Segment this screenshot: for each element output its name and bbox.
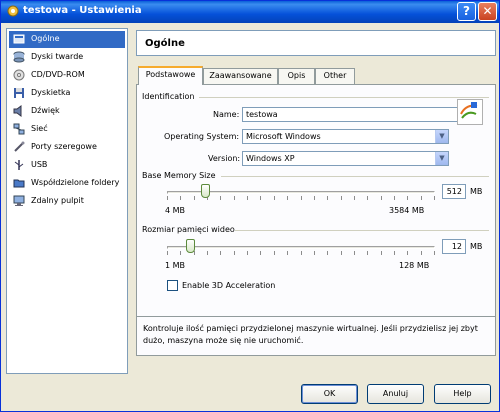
network-icon <box>13 123 25 135</box>
window-title: testowa - Ustawienia <box>23 5 142 16</box>
page-title: Ogólne <box>145 38 185 49</box>
tab-other[interactable]: Other <box>315 68 355 84</box>
video-slider-ticks <box>167 251 435 255</box>
floppy-icon <box>14 88 24 98</box>
tab-advanced[interactable]: Zaawansowane <box>203 68 278 84</box>
name-field[interactable]: testowa <box>242 107 481 122</box>
os-type-icon <box>457 99 483 125</box>
sidebar-item-label: Sieć <box>31 124 48 133</box>
chevron-down-icon[interactable]: ▼ <box>435 130 448 143</box>
identification-group-label: Identification <box>142 92 195 101</box>
close-button[interactable]: ✕ <box>478 2 497 21</box>
video-size-input[interactable]: 12 <box>442 239 466 254</box>
version-select-value: Windows XP <box>246 154 295 163</box>
title-bar[interactable]: testowa - Ustawienia ? ✕ <box>1 1 499 23</box>
enable-3d-checkbox[interactable] <box>167 280 178 291</box>
sidebar-item-label: Zdalny pulpit <box>31 196 84 205</box>
os-select-value: Microsoft Windows <box>246 132 321 141</box>
enable-3d-label[interactable]: Enable 3D Acceleration <box>182 281 275 290</box>
sidebar-item-serial-ports[interactable]: Porty szeregowe <box>9 139 125 156</box>
sidebar-item-usb[interactable]: USB <box>9 157 125 174</box>
remote-desktop-icon <box>13 195 25 206</box>
help-button[interactable]: Help <box>434 384 491 404</box>
sidebar-item-label: Dyskietka <box>31 88 71 97</box>
version-label: Version: <box>208 154 241 163</box>
ok-button[interactable]: OK <box>301 384 358 404</box>
memory-min-label: 4 MB <box>165 206 186 215</box>
video-max-label: 128 MB <box>399 261 430 270</box>
group-divider <box>199 97 489 98</box>
version-select[interactable]: Windows XP ▼ <box>242 151 449 166</box>
sidebar-item-network[interactable]: Sieć <box>9 121 125 138</box>
hard-disk-icon <box>13 51 25 63</box>
audio-icon <box>13 105 22 117</box>
sidebar-item-label: Dyski twarde <box>31 52 84 61</box>
chevron-down-icon[interactable]: ▼ <box>435 152 448 165</box>
video-group-label: Rozmiar pamięci wideo <box>142 225 235 234</box>
tab-content: Identification Name: testowa Operating S… <box>136 84 496 331</box>
memory-slider-thumb[interactable] <box>201 184 211 198</box>
sidebar-item-label: Dźwięk <box>31 106 60 115</box>
sidebar-item-audio[interactable]: Dźwięk <box>9 103 125 120</box>
memory-group-label: Base Memory Size <box>142 171 216 180</box>
sidebar-item-shared-folders[interactable]: Współdzielone foldery <box>9 175 125 192</box>
name-label: Name: <box>213 110 240 119</box>
usb-icon <box>14 160 24 170</box>
serial-port-icon <box>14 141 25 152</box>
tab-description[interactable]: Opis <box>278 68 315 84</box>
help-title-button[interactable]: ? <box>457 2 476 21</box>
sidebar-item-label: Ogólne <box>31 34 60 43</box>
general-icon <box>13 34 25 44</box>
memory-max-label: 3584 MB <box>389 206 425 215</box>
settings-panel: Ogólne Podstawowe Zaawansowane Opis Othe… <box>133 28 496 374</box>
sidebar-item-cd-dvd[interactable]: CD/DVD-ROM <box>9 67 125 84</box>
memory-size-input[interactable]: 512 <box>442 184 466 199</box>
video-slider-track[interactable] <box>167 246 435 249</box>
video-min-label: 1 MB <box>165 261 186 270</box>
sidebar-item-label: Porty szeregowe <box>31 142 97 151</box>
settings-sidebar: Ogólne Dyski twarde CD/DVD-ROM Dyskietka… <box>6 28 128 374</box>
tab-basic[interactable]: Podstawowe <box>138 66 203 85</box>
sidebar-item-label: CD/DVD-ROM <box>31 70 85 79</box>
video-unit-label: MB <box>470 242 483 251</box>
cd-dvd-icon <box>13 69 25 81</box>
os-select[interactable]: Microsoft Windows ▼ <box>242 129 449 144</box>
sidebar-item-remote-desktop[interactable]: Zdalny pulpit <box>9 193 125 210</box>
shared-folder-icon <box>13 179 25 188</box>
group-divider <box>235 230 489 231</box>
os-label: Operating System: <box>164 132 240 141</box>
settings-window: testowa - Ustawienia ? ✕ Ogólne Dyski tw… <box>0 0 500 412</box>
gear-icon <box>7 5 19 17</box>
page-header: Ogólne <box>136 30 496 56</box>
video-slider-thumb[interactable] <box>186 239 196 253</box>
sidebar-item-label: USB <box>31 160 48 169</box>
sidebar-item-floppy[interactable]: Dyskietka <box>9 85 125 102</box>
cancel-button[interactable]: Anuluj <box>367 384 424 404</box>
sidebar-item-label: Współdzielone foldery <box>31 178 120 187</box>
sidebar-item-general[interactable]: Ogólne <box>9 31 125 48</box>
memory-unit-label: MB <box>470 187 483 196</box>
description-box: Kontroluje ilość pamięci przydzielonej m… <box>136 316 496 356</box>
sidebar-item-hard-disks[interactable]: Dyski twarde <box>9 49 125 66</box>
group-divider <box>221 176 489 177</box>
